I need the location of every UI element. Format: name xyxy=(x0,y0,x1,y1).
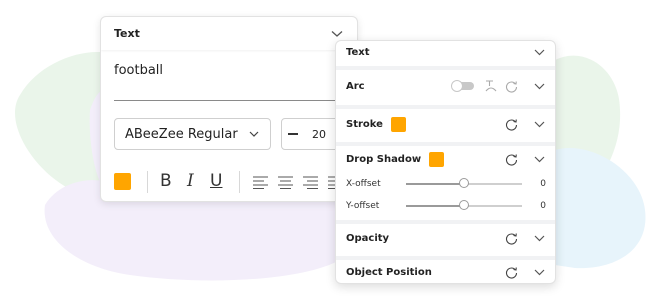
section-label: Drop Shadow xyxy=(346,153,422,165)
text-color-swatch[interactable] xyxy=(114,173,131,190)
minus-icon[interactable] xyxy=(288,133,298,135)
text-input-underline xyxy=(114,100,357,101)
section-label: Opacity xyxy=(346,233,390,244)
y-offset-control: Y-offset 0 xyxy=(346,199,546,213)
text-editor-panel: Text football ABeeZee Regular 20 B I U xyxy=(100,16,358,202)
underline-button[interactable]: U xyxy=(210,173,222,190)
reset-icon[interactable] xyxy=(504,152,518,166)
y-offset-value: 0 xyxy=(540,201,546,211)
x-offset-value: 0 xyxy=(540,179,546,189)
canvas-stage: Text football ABeeZee Regular 20 B I U T… xyxy=(0,0,655,300)
italic-button[interactable]: I xyxy=(187,173,194,190)
font-size-value[interactable]: 20 xyxy=(312,128,326,141)
toolbar-divider xyxy=(147,171,148,193)
chevron-down-icon[interactable] xyxy=(532,152,546,166)
section-label: Stroke xyxy=(346,118,383,130)
shadow-color-swatch[interactable] xyxy=(429,151,445,167)
arc-toggle[interactable] xyxy=(451,80,474,92)
reset-icon[interactable] xyxy=(504,79,518,93)
chevron-down-icon[interactable] xyxy=(532,79,546,93)
section-label: Text xyxy=(346,47,370,58)
section-object-position[interactable]: Object Position xyxy=(336,260,555,283)
slider-thumb[interactable] xyxy=(459,178,469,188)
chevron-down-icon[interactable] xyxy=(532,46,546,60)
slider-thumb[interactable] xyxy=(459,200,469,210)
x-offset-control: X-offset 0 xyxy=(346,177,546,191)
font-family-select[interactable]: ABeeZee Regular xyxy=(114,118,271,150)
section-opacity[interactable]: Opacity xyxy=(336,224,555,253)
section-divider xyxy=(336,66,555,70)
text-panel-header[interactable]: Text xyxy=(101,17,357,50)
y-offset-slider[interactable] xyxy=(406,200,522,210)
section-label: Arc xyxy=(346,80,365,92)
stroke-color-swatch[interactable] xyxy=(390,116,406,132)
align-left-icon[interactable] xyxy=(253,174,268,193)
chevron-down-icon[interactable] xyxy=(331,28,343,40)
text-input[interactable]: football xyxy=(114,63,163,78)
y-offset-label: Y-offset xyxy=(346,201,380,211)
section-label: Object Position xyxy=(346,266,432,278)
align-center-icon[interactable] xyxy=(278,174,293,193)
align-right-icon[interactable] xyxy=(303,174,318,193)
reset-icon[interactable] xyxy=(504,265,518,279)
text-panel-title: Text xyxy=(114,27,140,40)
bold-button[interactable]: B xyxy=(160,173,172,190)
toolbar-divider xyxy=(239,171,240,193)
reset-icon[interactable] xyxy=(504,117,518,131)
section-drop-shadow[interactable]: Drop Shadow xyxy=(336,146,555,172)
chevron-down-icon[interactable] xyxy=(532,117,546,131)
chevron-down-icon[interactable] xyxy=(532,265,546,279)
reset-icon[interactable] xyxy=(504,232,518,246)
arc-text-icon[interactable] xyxy=(484,79,498,93)
section-stroke[interactable]: Stroke xyxy=(336,109,555,139)
properties-panel: Text Arc Stroke Drop Shadow X-offset 0 Y… xyxy=(335,40,556,284)
x-offset-slider[interactable] xyxy=(406,178,522,188)
section-text[interactable]: Text xyxy=(336,41,555,64)
font-family-value: ABeeZee Regular xyxy=(125,126,238,142)
chevron-down-icon xyxy=(248,128,260,140)
chevron-down-icon[interactable] xyxy=(532,232,546,246)
section-arc[interactable]: Arc xyxy=(336,71,555,101)
x-offset-label: X-offset xyxy=(346,179,381,189)
